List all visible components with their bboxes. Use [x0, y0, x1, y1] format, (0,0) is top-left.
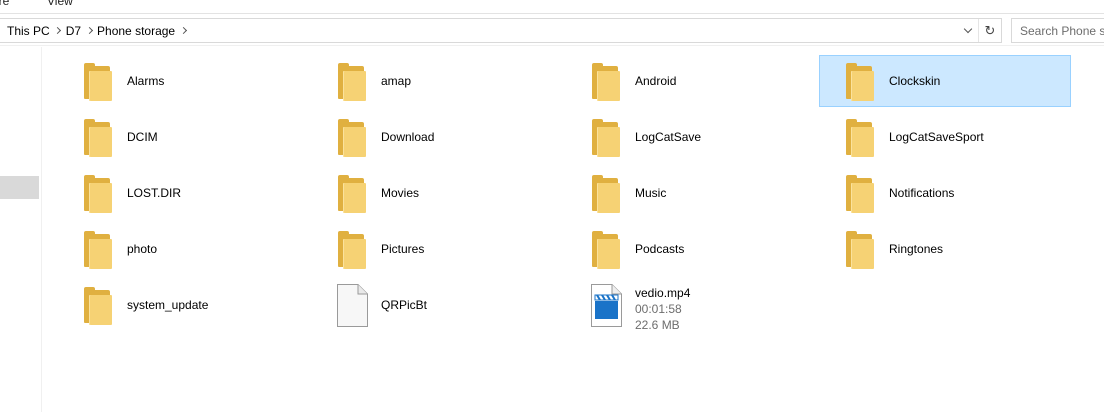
file-item-name: amap — [381, 74, 412, 88]
file-item-download[interactable]: Download — [311, 111, 563, 163]
file-item-name: Android — [635, 74, 677, 88]
file-item-ringtones[interactable]: Ringtones — [819, 223, 1071, 275]
chevron-down-icon — [963, 24, 973, 34]
breadcrumb-phone-storage[interactable]: Phone storage — [95, 24, 177, 38]
file-item-name: Clockskin — [889, 74, 941, 88]
file-item-logcatsavesport[interactable]: LogCatSaveSport — [819, 111, 1071, 163]
file-item-name: Music — [635, 186, 667, 200]
breadcrumb: This PC D7 Phone storage — [5, 19, 189, 42]
file-item-android[interactable]: Android — [565, 55, 817, 107]
file-item-name: Alarms — [127, 74, 165, 88]
navigation-pane-selected-item[interactable] — [0, 176, 39, 199]
chevron-right-icon[interactable] — [177, 19, 189, 42]
file-item-name: DCIM — [127, 130, 158, 144]
folder-icon — [336, 228, 368, 272]
folder-icon — [844, 172, 876, 216]
file-item-system-update[interactable]: system_update — [57, 279, 309, 331]
file-item-dcim[interactable]: DCIM — [57, 111, 309, 163]
breadcrumb-d7[interactable]: D7 — [64, 24, 83, 38]
file-item-photo[interactable]: photo — [57, 223, 309, 275]
file-item-name: Notifications — [889, 186, 955, 200]
file-item-name: Download — [381, 130, 435, 144]
breadcrumb-this-pc[interactable]: This PC — [5, 24, 52, 38]
folder-icon — [590, 60, 622, 104]
file-icon — [336, 284, 368, 328]
file-item-name: LOST.DIR — [127, 186, 182, 200]
address-bar[interactable]: This PC D7 Phone storage ↻ — [0, 18, 1002, 43]
file-item-name: Movies — [381, 186, 420, 200]
file-item-clockskin[interactable]: Clockskin — [819, 55, 1071, 107]
file-item-pictures[interactable]: Pictures — [311, 223, 563, 275]
folder-icon — [590, 228, 622, 272]
file-item-name: LogCatSave — [635, 130, 702, 144]
refresh-icon: ↻ — [984, 22, 996, 38]
search-placeholder: Search Phone st — [1020, 24, 1104, 38]
file-list[interactable]: Alarms amap Android Clockskin DCIM Download Lo… — [43, 47, 1104, 412]
file-item-name: system_update — [127, 298, 209, 312]
file-item-amap[interactable]: amap — [311, 55, 563, 107]
file-item-name: Ringtones — [889, 242, 944, 256]
file-item-movies[interactable]: Movies — [311, 167, 563, 219]
file-item-name: LogCatSaveSport — [889, 130, 984, 144]
video-file-icon — [590, 284, 622, 328]
file-item-notifications[interactable]: Notifications — [819, 167, 1071, 219]
file-item-music[interactable]: Music — [565, 167, 817, 219]
ribbon-tab-view[interactable]: View — [47, 0, 73, 8]
folder-icon — [844, 60, 876, 104]
folder-icon — [82, 284, 114, 328]
file-item-name: Podcasts — [635, 242, 685, 256]
file-item-logcatsave[interactable]: LogCatSave — [565, 111, 817, 163]
folder-icon — [336, 172, 368, 216]
ribbon-tab-share[interactable]: are — [0, 0, 9, 8]
folder-icon — [82, 60, 114, 104]
address-history-dropdown[interactable] — [958, 19, 978, 42]
search-input[interactable]: Search Phone st — [1011, 18, 1104, 43]
file-item-qrpicbt[interactable]: QRPicBt — [311, 279, 563, 331]
folder-icon — [82, 116, 114, 160]
folder-icon — [82, 228, 114, 272]
file-item-lost-dir[interactable]: LOST.DIR — [57, 167, 309, 219]
folder-icon — [82, 172, 114, 216]
folder-icon — [590, 116, 622, 160]
folder-icon — [336, 116, 368, 160]
file-item-name: QRPicBt — [381, 298, 428, 312]
folder-icon — [336, 60, 368, 104]
file-item-vedio-mp4[interactable]: vedio.mp4 00:01:58 22.6 MB — [565, 279, 817, 332]
chevron-right-icon[interactable] — [52, 19, 64, 42]
file-item-podcasts[interactable]: Podcasts — [565, 223, 817, 275]
file-item-name: photo — [127, 242, 158, 256]
folder-icon — [844, 116, 876, 160]
folder-icon — [844, 228, 876, 272]
refresh-button[interactable]: ↻ — [978, 19, 1001, 42]
file-item-name: vedio.mp4 — [635, 286, 691, 300]
ribbon-tabs: are View — [0, 0, 1104, 14]
navigation-pane[interactable] — [0, 47, 42, 412]
file-item-alarms[interactable]: Alarms — [57, 55, 309, 107]
chevron-right-icon[interactable] — [83, 19, 95, 42]
file-item-name: Pictures — [381, 242, 425, 256]
file-item-duration: 00:01:58 — [635, 302, 682, 316]
address-row: This PC D7 Phone storage ↻ Search Phone … — [0, 16, 1104, 46]
file-item-size: 22.6 MB — [635, 318, 680, 332]
folder-icon — [590, 172, 622, 216]
